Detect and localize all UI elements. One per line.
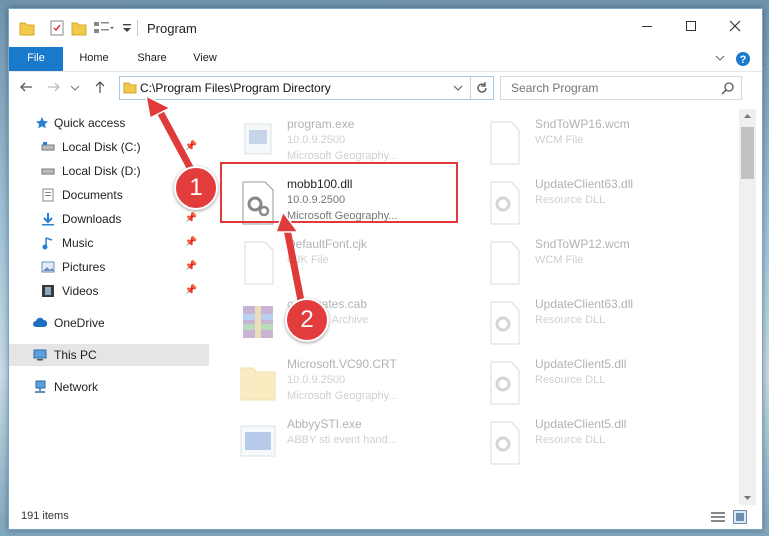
callout-badge-2: 2 [285,298,329,342]
callout-badge-1: 1 [174,166,218,210]
annotation-arrows [144,94,306,310]
